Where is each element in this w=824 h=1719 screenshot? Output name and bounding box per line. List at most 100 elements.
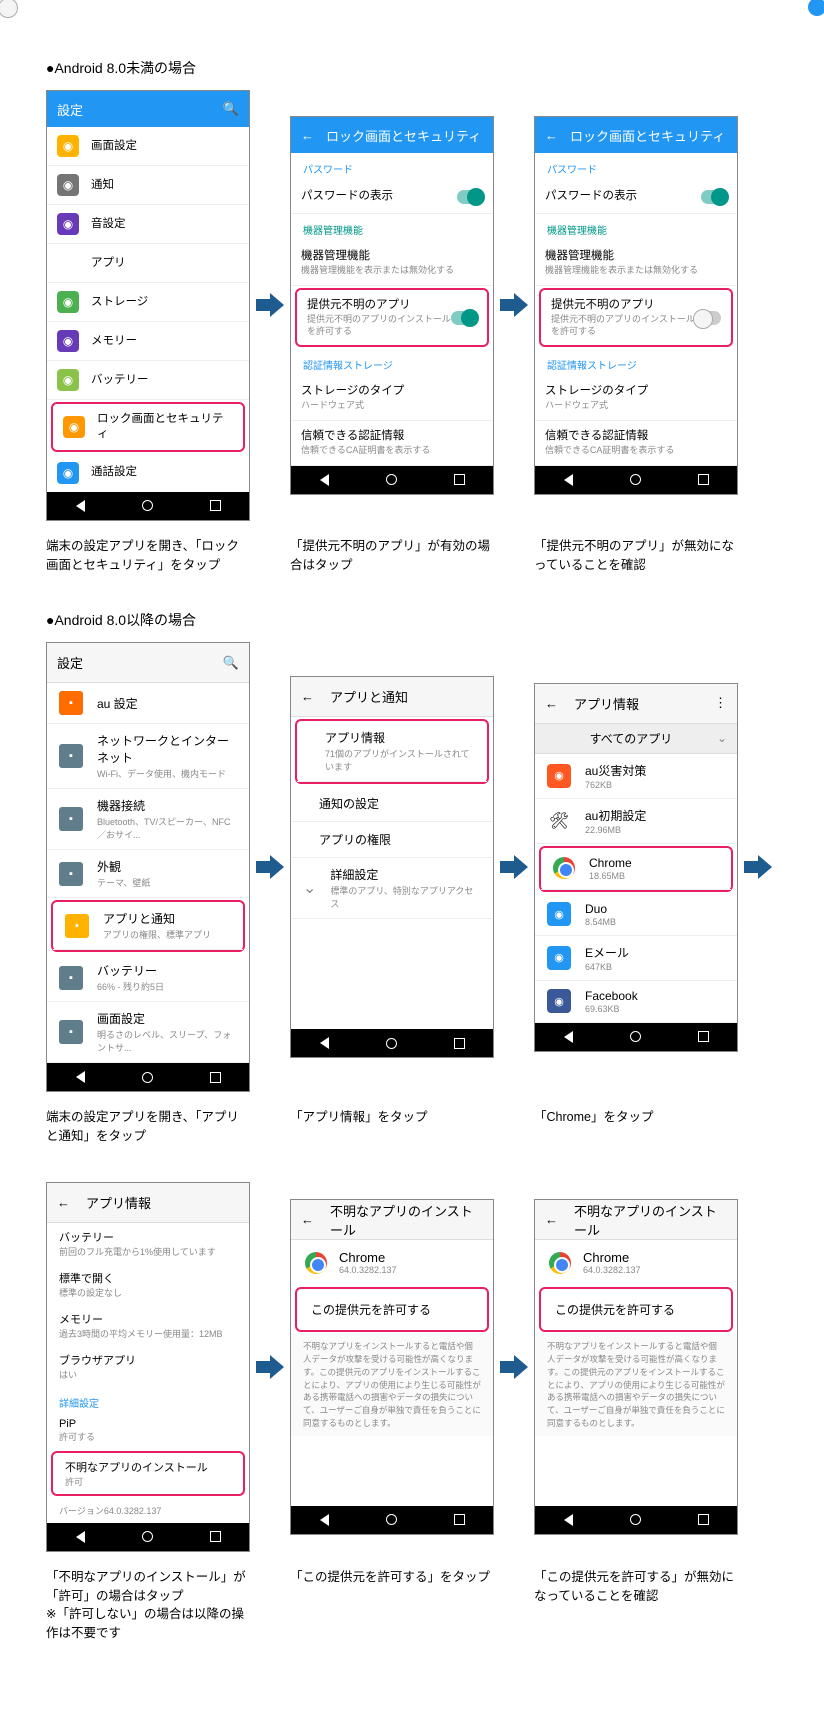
header-title: ロック画面とセキュリティ bbox=[570, 126, 727, 145]
back-icon[interactable]: ← bbox=[545, 1212, 558, 1227]
home-icon[interactable] bbox=[630, 1031, 641, 1042]
back-icon[interactable]: ← bbox=[545, 128, 558, 143]
home-icon[interactable] bbox=[386, 1038, 397, 1049]
back-icon[interactable] bbox=[320, 1037, 329, 1049]
list-item[interactable]: ▪ネットワークとインターネットWi-Fi、データ使用、機内モード bbox=[47, 724, 249, 789]
list-item[interactable]: ◉メモリー bbox=[47, 322, 249, 361]
filter-all[interactable]: すべてのアプリ⌄ bbox=[535, 724, 737, 754]
item-device-admin[interactable]: 機器管理機能機器管理機能を表示または無効化する bbox=[535, 241, 737, 286]
item-device-admin[interactable]: 機器管理機能機器管理機能を表示または無効化する bbox=[291, 241, 493, 286]
home-icon[interactable] bbox=[386, 474, 397, 485]
list-item[interactable]: ◉通話設定 bbox=[47, 454, 249, 492]
list-item[interactable]: ◉音設定 bbox=[47, 205, 249, 244]
arrow-icon bbox=[256, 287, 284, 323]
item-perm[interactable]: アプリの権限 bbox=[291, 822, 493, 858]
back-icon[interactable]: ← bbox=[57, 1195, 70, 1210]
list-item[interactable]: ◉au災害対策762KB bbox=[535, 754, 737, 799]
toggle-icon[interactable] bbox=[457, 190, 483, 204]
item-label: Chrome bbox=[589, 856, 719, 870]
recent-icon[interactable] bbox=[454, 1038, 465, 1049]
app-icon: ◉ bbox=[547, 989, 571, 1013]
list-item[interactable]: ▪画面設定明るさのレベル、スリープ、フォントサ... bbox=[47, 1002, 249, 1063]
item-label: 音設定 bbox=[91, 217, 239, 232]
item-browser[interactable]: ブラウザアプリはい bbox=[47, 1346, 249, 1387]
list-item[interactable]: ▪au 設定 bbox=[47, 683, 249, 724]
back-icon[interactable] bbox=[564, 1514, 573, 1526]
header-title: アプリ情報 bbox=[86, 1193, 239, 1212]
item-trusted-cred[interactable]: 信頼できる認証情報信頼できるCA証明書を表示する bbox=[535, 421, 737, 466]
back-icon[interactable]: ← bbox=[301, 1212, 314, 1227]
android-navbar bbox=[535, 466, 737, 494]
list-item[interactable]: ◉通知 bbox=[47, 166, 249, 205]
item-battery[interactable]: バッテリー前回のフル充電から1%使用しています bbox=[47, 1223, 249, 1264]
toggle-icon[interactable] bbox=[451, 311, 477, 325]
item-unknown-install[interactable]: 不明なアプリのインストール許可 bbox=[53, 1453, 243, 1494]
item-pip[interactable]: PiP許可する bbox=[47, 1412, 249, 1449]
list-item[interactable]: ▪アプリと通知アプリの権限、標準アプリ bbox=[53, 902, 243, 950]
back-icon[interactable] bbox=[564, 474, 573, 486]
list-item[interactable]: ▪外観テーマ、壁紙 bbox=[47, 850, 249, 898]
list-item[interactable]: ◉ アプリ bbox=[47, 244, 249, 283]
back-icon[interactable] bbox=[76, 1531, 85, 1543]
toggle-icon[interactable] bbox=[695, 311, 721, 325]
list-item[interactable]: ▪機器接続Bluetooth、TV/スピーカー、NFC／おサイ... bbox=[47, 789, 249, 850]
item-storage-type[interactable]: ストレージのタイプハードウェア式 bbox=[535, 376, 737, 421]
item-show-password[interactable]: パスワードの表示 bbox=[535, 180, 737, 214]
caption: 「アプリ情報」をタップ bbox=[290, 1108, 494, 1146]
recent-icon[interactable] bbox=[210, 1072, 221, 1083]
item-unknown-sources[interactable]: 提供元不明のアプリ提供元不明のアプリのインストールを許可する bbox=[541, 290, 731, 345]
back-icon[interactable] bbox=[320, 1514, 329, 1526]
item-open-default[interactable]: 標準で開く標準の設定なし bbox=[47, 1264, 249, 1305]
home-icon[interactable] bbox=[386, 1514, 397, 1525]
android-navbar bbox=[535, 1506, 737, 1534]
section-adv: 詳細設定 bbox=[47, 1387, 249, 1412]
back-icon[interactable] bbox=[320, 474, 329, 486]
menu-icon[interactable]: ⋮ bbox=[714, 695, 727, 711]
item-app-info[interactable]: アプリ情報71個のアプリがインストールされています bbox=[297, 721, 487, 782]
list-item[interactable]: ◉Duo8.54MB bbox=[535, 894, 737, 936]
list-item[interactable]: Chrome18.65MB bbox=[541, 848, 731, 890]
home-icon[interactable] bbox=[630, 474, 641, 485]
recent-icon[interactable] bbox=[698, 474, 709, 485]
list-item[interactable]: ◉バッテリー bbox=[47, 361, 249, 400]
list-item[interactable]: ◉ストレージ bbox=[47, 283, 249, 322]
item-icon: ◉ bbox=[57, 252, 79, 274]
back-icon[interactable] bbox=[76, 1071, 85, 1083]
item-trusted-cred[interactable]: 信頼できる認証情報信頼できるCA証明書を表示する bbox=[291, 421, 493, 466]
item-memory[interactable]: メモリー過去3時間の平均メモリー使用量：12MB bbox=[47, 1305, 249, 1346]
list-item[interactable]: ◉画面設定 bbox=[47, 127, 249, 166]
item-label: アプリ bbox=[91, 256, 239, 271]
list-item[interactable]: ◉Facebook69.63KB bbox=[535, 981, 737, 1023]
toggle-icon[interactable] bbox=[701, 190, 727, 204]
item-show-password[interactable]: パスワードの表示 bbox=[291, 180, 493, 214]
back-icon[interactable]: ← bbox=[545, 696, 558, 711]
item-allow-source[interactable]: この提供元を許可する bbox=[541, 1289, 731, 1330]
section-password: パスワード bbox=[535, 153, 737, 180]
back-icon[interactable]: ← bbox=[301, 689, 314, 704]
recent-icon[interactable] bbox=[210, 500, 221, 511]
recent-icon[interactable] bbox=[698, 1514, 709, 1525]
item-adv[interactable]: ⌄詳細設定標準のアプリ、特別なアプリアクセス bbox=[291, 858, 493, 919]
list-item[interactable]: ◉ロック画面とセキュリティ bbox=[53, 404, 243, 450]
item-notif[interactable]: 通知の設定 bbox=[291, 786, 493, 822]
back-icon[interactable]: ← bbox=[301, 128, 314, 143]
search-icon[interactable]: 🔍 bbox=[223, 101, 239, 117]
list-item[interactable]: ▪バッテリー66% - 残り約5日 bbox=[47, 954, 249, 1002]
home-icon[interactable] bbox=[142, 500, 153, 511]
home-icon[interactable] bbox=[630, 1514, 641, 1525]
list-item[interactable]: 🛠au初期設定22.96MB bbox=[535, 799, 737, 844]
item-allow-source[interactable]: この提供元を許可する bbox=[297, 1289, 487, 1330]
recent-icon[interactable] bbox=[454, 1514, 465, 1525]
list-item[interactable]: ◉Eメール647KB bbox=[535, 936, 737, 981]
search-icon[interactable]: 🔍 bbox=[223, 655, 239, 671]
back-icon[interactable] bbox=[564, 1031, 573, 1043]
recent-icon[interactable] bbox=[210, 1531, 221, 1542]
item-storage-type[interactable]: ストレージのタイプハードウェア式 bbox=[291, 376, 493, 421]
recent-icon[interactable] bbox=[454, 474, 465, 485]
recent-icon[interactable] bbox=[698, 1031, 709, 1042]
home-icon[interactable] bbox=[142, 1072, 153, 1083]
item-label: Facebook bbox=[585, 989, 725, 1003]
home-icon[interactable] bbox=[142, 1531, 153, 1542]
back-icon[interactable] bbox=[76, 500, 85, 512]
item-unknown-sources[interactable]: 提供元不明のアプリ提供元不明のアプリのインストールを許可する bbox=[297, 290, 487, 345]
